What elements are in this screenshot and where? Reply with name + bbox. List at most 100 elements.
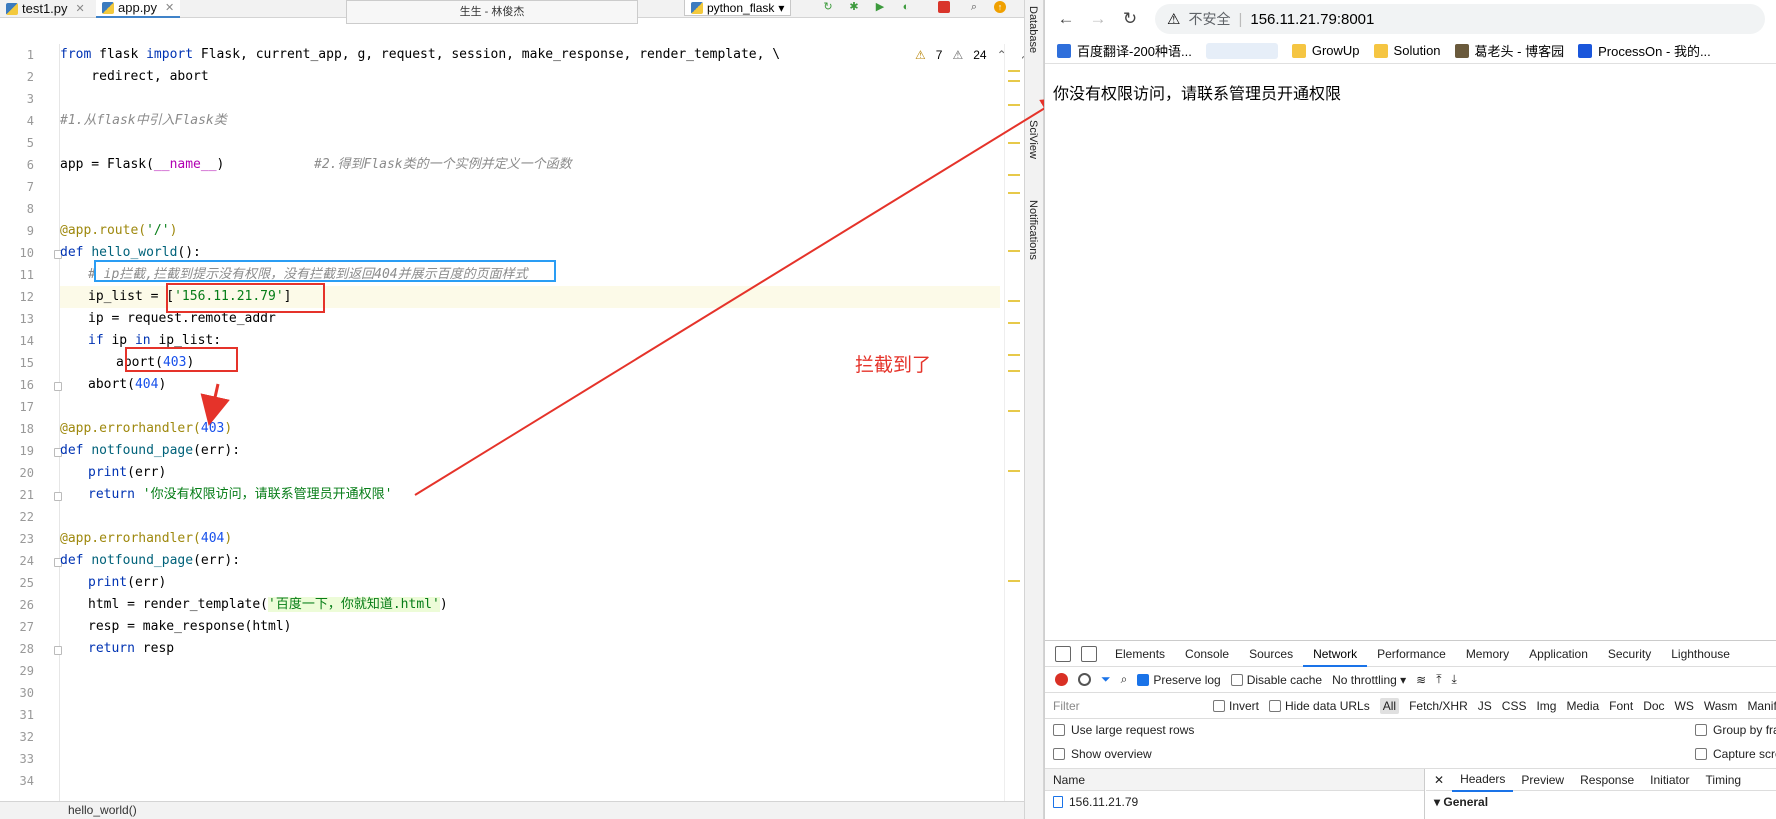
bookmark-label: 百度翻译-200种语... xyxy=(1077,44,1192,59)
table-row[interactable]: 156.11.21.79 xyxy=(1045,791,1424,813)
clear-icon[interactable] xyxy=(1078,673,1091,686)
url-text[interactable]: 156.11.21.79:8001 xyxy=(1250,11,1374,28)
checkbox[interactable] xyxy=(1695,748,1707,760)
checkbox-label: Use large request rows xyxy=(1071,723,1195,737)
checkbox-label: Group by fra xyxy=(1713,723,1776,737)
tab-elements[interactable]: Elements xyxy=(1105,641,1175,667)
type-filter[interactable]: Img xyxy=(1536,699,1556,713)
folder-icon xyxy=(1373,43,1388,58)
disable-cache-checkbox[interactable]: Disable cache xyxy=(1230,672,1323,687)
network-options: Use large request rows Show overview Gro… xyxy=(1045,719,1776,767)
bookmark-label: 葛老头 - 博客园 xyxy=(1474,44,1565,59)
tab-network[interactable]: Network xyxy=(1303,641,1368,667)
checkbox-label: Preserve log xyxy=(1153,672,1221,687)
capture-screenshots-checkbox[interactable]: Capture scre xyxy=(1695,747,1776,761)
filter-input[interactable]: Filter xyxy=(1053,699,1203,713)
checkbox-label: Hide data URLs xyxy=(1285,698,1370,713)
tab-headers[interactable]: Headers xyxy=(1452,768,1514,792)
network-filter-bar: Filter Invert Hide data URLs All Fetch/X… xyxy=(1045,693,1776,719)
tab-performance[interactable]: Performance xyxy=(1367,641,1456,667)
type-filter[interactable]: Wasm xyxy=(1704,699,1738,713)
type-filter[interactable]: JS xyxy=(1478,699,1492,713)
checkbox[interactable] xyxy=(1053,748,1065,760)
large-rows-checkbox[interactable]: Use large request rows xyxy=(1053,723,1194,737)
throttling-value: No throttling xyxy=(1332,672,1397,687)
browser-toolbar: ← → ↻ ⚠ 不安全 | 156.11.21.79:8001 xyxy=(1045,0,1776,38)
checkbox-label: Show overview xyxy=(1071,747,1152,761)
checkbox-label: Invert xyxy=(1229,698,1260,713)
invert-checkbox[interactable]: Invert xyxy=(1213,699,1259,713)
devtools-tabbar: Elements Console Sources Network Perform… xyxy=(1045,641,1776,667)
type-filter[interactable]: All xyxy=(1379,697,1400,714)
bookmark-item[interactable]: Solution xyxy=(1373,43,1441,58)
triangle-down-icon: ▾ xyxy=(1434,795,1444,809)
filter-icon[interactable]: ⏷ xyxy=(1101,672,1111,687)
translate-icon xyxy=(1057,43,1071,58)
bookmark-item[interactable]: 葛老头 - 博客园 xyxy=(1454,41,1565,60)
name-column: Name 156.11.21.79 xyxy=(1045,769,1425,819)
search-icon[interactable]: ⌕ xyxy=(1121,672,1128,687)
processon-icon xyxy=(1578,43,1593,58)
tab-console[interactable]: Console xyxy=(1175,641,1239,667)
type-filter[interactable]: Doc xyxy=(1643,699,1664,713)
tab-preview[interactable]: Preview xyxy=(1513,769,1572,791)
bookmark-label: GrowUp xyxy=(1311,43,1360,58)
address-bar[interactable]: ⚠ 不安全 | 156.11.21.79:8001 xyxy=(1155,4,1765,34)
wifi-icon[interactable]: ≋ xyxy=(1416,673,1426,687)
type-filter[interactable]: Manif xyxy=(1747,699,1776,713)
checkbox[interactable] xyxy=(1230,673,1243,686)
record-icon[interactable] xyxy=(1055,673,1068,686)
general-section[interactable]: ▾ General xyxy=(1426,791,1776,813)
checkbox-label: Disable cache xyxy=(1246,672,1323,687)
network-toolbar: ⏷ ⌕ Preserve log Disable cache No thrott… xyxy=(1045,667,1776,693)
tab-application[interactable]: Application xyxy=(1519,641,1598,667)
bookmark-blurred[interactable] xyxy=(1205,42,1278,59)
forward-icon[interactable]: → xyxy=(1087,8,1109,30)
checkbox[interactable] xyxy=(1137,673,1150,686)
annotation-arrow-to-browser xyxy=(414,97,1062,496)
tab-initiator[interactable]: Initiator xyxy=(1642,769,1697,791)
checkbox[interactable] xyxy=(1053,724,1065,736)
bookmark-item[interactable]: ProcessOn - 我的... xyxy=(1578,41,1711,60)
type-filter[interactable]: Fetch/XHR xyxy=(1409,699,1468,713)
insecure-label[interactable]: 不安全 xyxy=(1188,9,1230,29)
blog-icon xyxy=(1454,43,1469,58)
device-toolbar-icon[interactable] xyxy=(1081,645,1097,662)
tab-security[interactable]: Security xyxy=(1598,641,1661,667)
reload-icon[interactable]: ↻ xyxy=(1119,8,1141,30)
tab-response[interactable]: Response xyxy=(1572,769,1642,791)
annotation-arrow-down xyxy=(200,383,230,426)
checkbox-label: Capture scre xyxy=(1713,747,1776,761)
preserve-log-checkbox[interactable]: Preserve log xyxy=(1137,672,1221,687)
type-filter[interactable]: WS xyxy=(1675,699,1694,713)
checkbox[interactable] xyxy=(1695,724,1707,736)
bookmarks-bar: 百度翻译-200种语... GrowUp Solution 葛老头 - 博客园 … xyxy=(1045,38,1776,64)
document-icon xyxy=(1053,796,1063,808)
request-name: 156.11.21.79 xyxy=(1069,795,1139,809)
checkbox[interactable] xyxy=(1269,699,1282,712)
show-overview-checkbox[interactable]: Show overview xyxy=(1053,747,1152,761)
back-icon[interactable]: ← xyxy=(1055,8,1077,30)
bookmark-item[interactable]: GrowUp xyxy=(1291,43,1360,58)
tab-memory[interactable]: Memory xyxy=(1456,641,1519,667)
tab-timing[interactable]: Timing xyxy=(1698,769,1750,791)
inspect-element-icon[interactable] xyxy=(1055,645,1071,662)
warning-icon[interactable]: ⚠ xyxy=(1167,10,1180,28)
tab-lighthouse[interactable]: Lighthouse xyxy=(1661,641,1740,667)
tab-sources[interactable]: Sources xyxy=(1239,641,1303,667)
folder-icon xyxy=(1291,43,1306,58)
type-filter[interactable]: CSS xyxy=(1502,699,1527,713)
throttling-select[interactable]: No throttling ▾ xyxy=(1332,673,1406,687)
group-by-frame-checkbox[interactable]: Group by fra xyxy=(1695,723,1776,737)
hide-data-urls-checkbox[interactable]: Hide data URLs xyxy=(1269,699,1370,713)
bookmark-label: Solution xyxy=(1393,43,1441,58)
close-icon[interactable]: ✕ xyxy=(1426,769,1452,791)
detail-tabbar: ✕ Headers Preview Response Initiator Tim… xyxy=(1426,768,1776,792)
type-filter[interactable]: Media xyxy=(1566,699,1599,713)
type-filter[interactable]: Font xyxy=(1609,699,1633,713)
upload-icon[interactable]: ⤒ xyxy=(1436,672,1441,687)
checkbox[interactable] xyxy=(1213,699,1225,712)
column-header[interactable]: Name xyxy=(1045,769,1424,791)
bookmark-item[interactable]: 百度翻译-200种语... xyxy=(1057,41,1192,60)
download-icon[interactable]: ⤓ xyxy=(1452,672,1457,687)
